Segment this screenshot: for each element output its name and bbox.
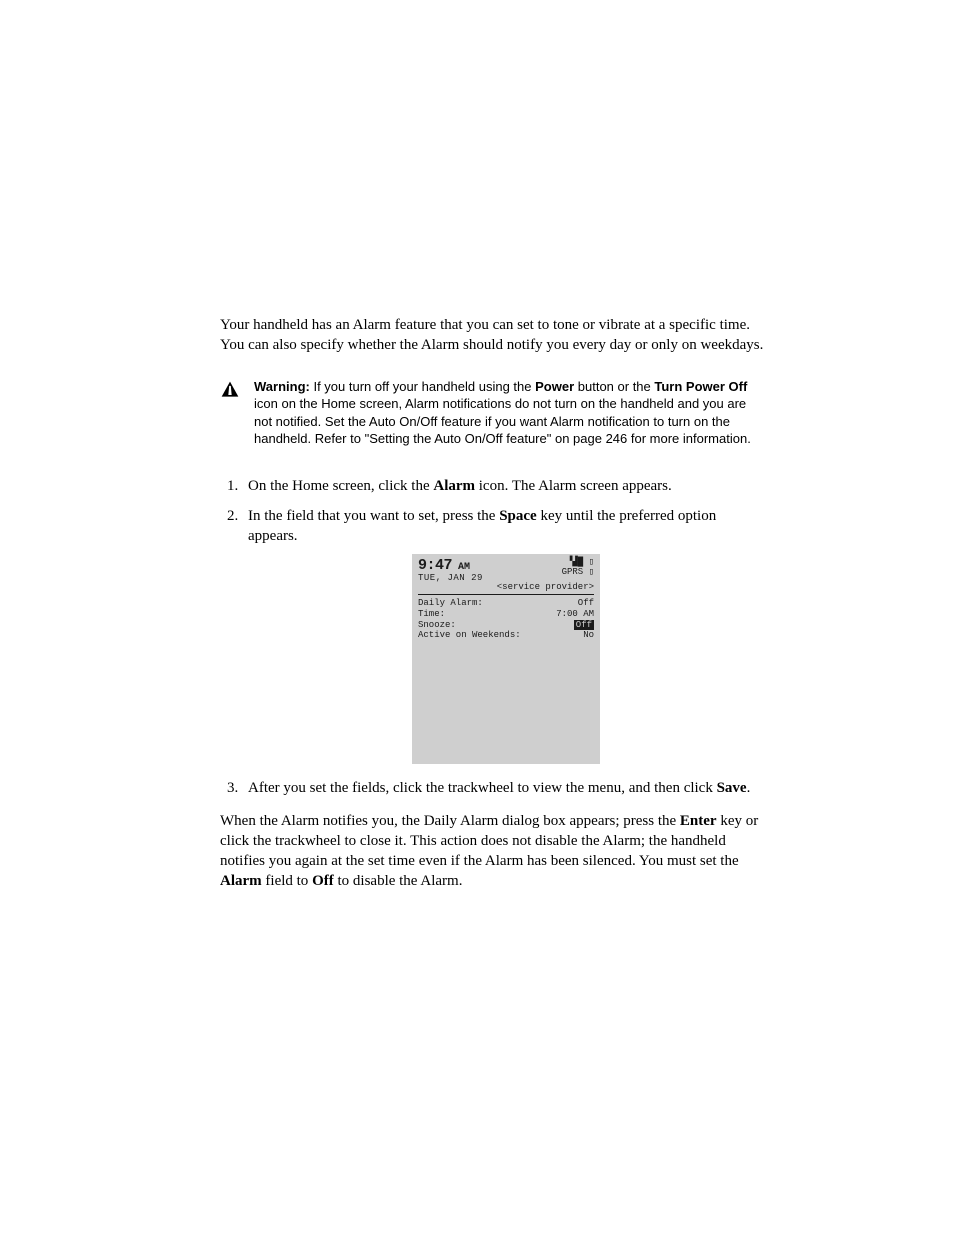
closing-e: field to xyxy=(262,873,312,889)
screen-row-label: Daily Alarm: xyxy=(418,598,483,609)
screen-date: TUE, JAN 29 xyxy=(418,574,483,583)
warning-label: Warning: xyxy=(254,379,310,394)
screen-status-icons: ▝▟█ ▯ GPRS ▯ xyxy=(562,558,594,578)
screen-time: 9:47 xyxy=(418,557,452,574)
warning-part1: If you turn off your handheld using the xyxy=(313,379,531,394)
warning-power-word: Power xyxy=(535,379,574,394)
step-1: On the Home screen, click the Alarm icon… xyxy=(242,476,764,496)
step-2: In the field that you want to set, press… xyxy=(242,506,764,765)
closing-off: Off xyxy=(312,873,334,889)
screen-row-label: Active on Weekends: xyxy=(418,630,521,641)
step-3-c: . xyxy=(747,780,751,796)
step-2-bold: Space xyxy=(499,508,537,524)
step-1-bold: Alarm xyxy=(433,478,475,494)
step-3: After you set the fields, click the trac… xyxy=(242,778,764,798)
closing-alarm: Alarm xyxy=(220,873,262,889)
closing-paragraph: When the Alarm notifies you, the Daily A… xyxy=(220,811,764,892)
step-3-a: After you set the fields, click the trac… xyxy=(248,780,717,796)
intro-paragraph: Your handheld has an Alarm feature that … xyxy=(220,315,764,356)
screen-row-value: 7:00 AM xyxy=(556,609,594,620)
step-2-a: In the field that you want to set, press… xyxy=(248,508,499,524)
screen-row-value-selected: Off xyxy=(574,620,594,631)
warning-text: Warning: If you turn off your handheld u… xyxy=(254,378,764,448)
closing-g: to disable the Alarm. xyxy=(334,873,463,889)
step-3-bold: Save xyxy=(717,780,747,796)
step-1-c: icon. The Alarm screen appears. xyxy=(475,478,672,494)
screen-row-label: Time: xyxy=(418,609,445,620)
warning-part2: button or the xyxy=(578,379,651,394)
screen-row-label: Snooze: xyxy=(418,620,456,631)
warning-icon xyxy=(220,380,240,405)
document-page: Your handheld has an Alarm feature that … xyxy=(0,0,954,967)
closing-enter: Enter xyxy=(680,813,717,829)
warning-icon-word: Turn Power Off xyxy=(654,379,747,394)
screen-row-snooze: Snooze: Off xyxy=(418,620,594,631)
screen-row-daily-alarm: Daily Alarm: Off xyxy=(418,598,594,609)
steps-list: On the Home screen, click the Alarm icon… xyxy=(220,476,764,799)
step-1-a: On the Home screen, click the xyxy=(248,478,433,494)
warning-block: Warning: If you turn off your handheld u… xyxy=(220,378,764,448)
screen-row-value: Off xyxy=(578,598,594,609)
screen-row-weekends: Active on Weekends: No xyxy=(418,630,594,641)
screen-ampm: AM xyxy=(458,562,470,573)
screen-network: GPRS ▯ xyxy=(562,568,594,578)
closing-a: When the Alarm notifies you, the Daily A… xyxy=(220,813,680,829)
screen-divider xyxy=(418,594,594,595)
warning-part3: icon on the Home screen, Alarm notificat… xyxy=(254,396,751,446)
device-screenshot: 9:47 AM TUE, JAN 29 ▝▟█ ▯ GPRS ▯ <servic… xyxy=(412,554,600,764)
screen-row-time: Time: 7:00 AM xyxy=(418,609,594,620)
screen-provider: <service provider> xyxy=(418,583,594,592)
screen-row-value: No xyxy=(583,630,594,641)
